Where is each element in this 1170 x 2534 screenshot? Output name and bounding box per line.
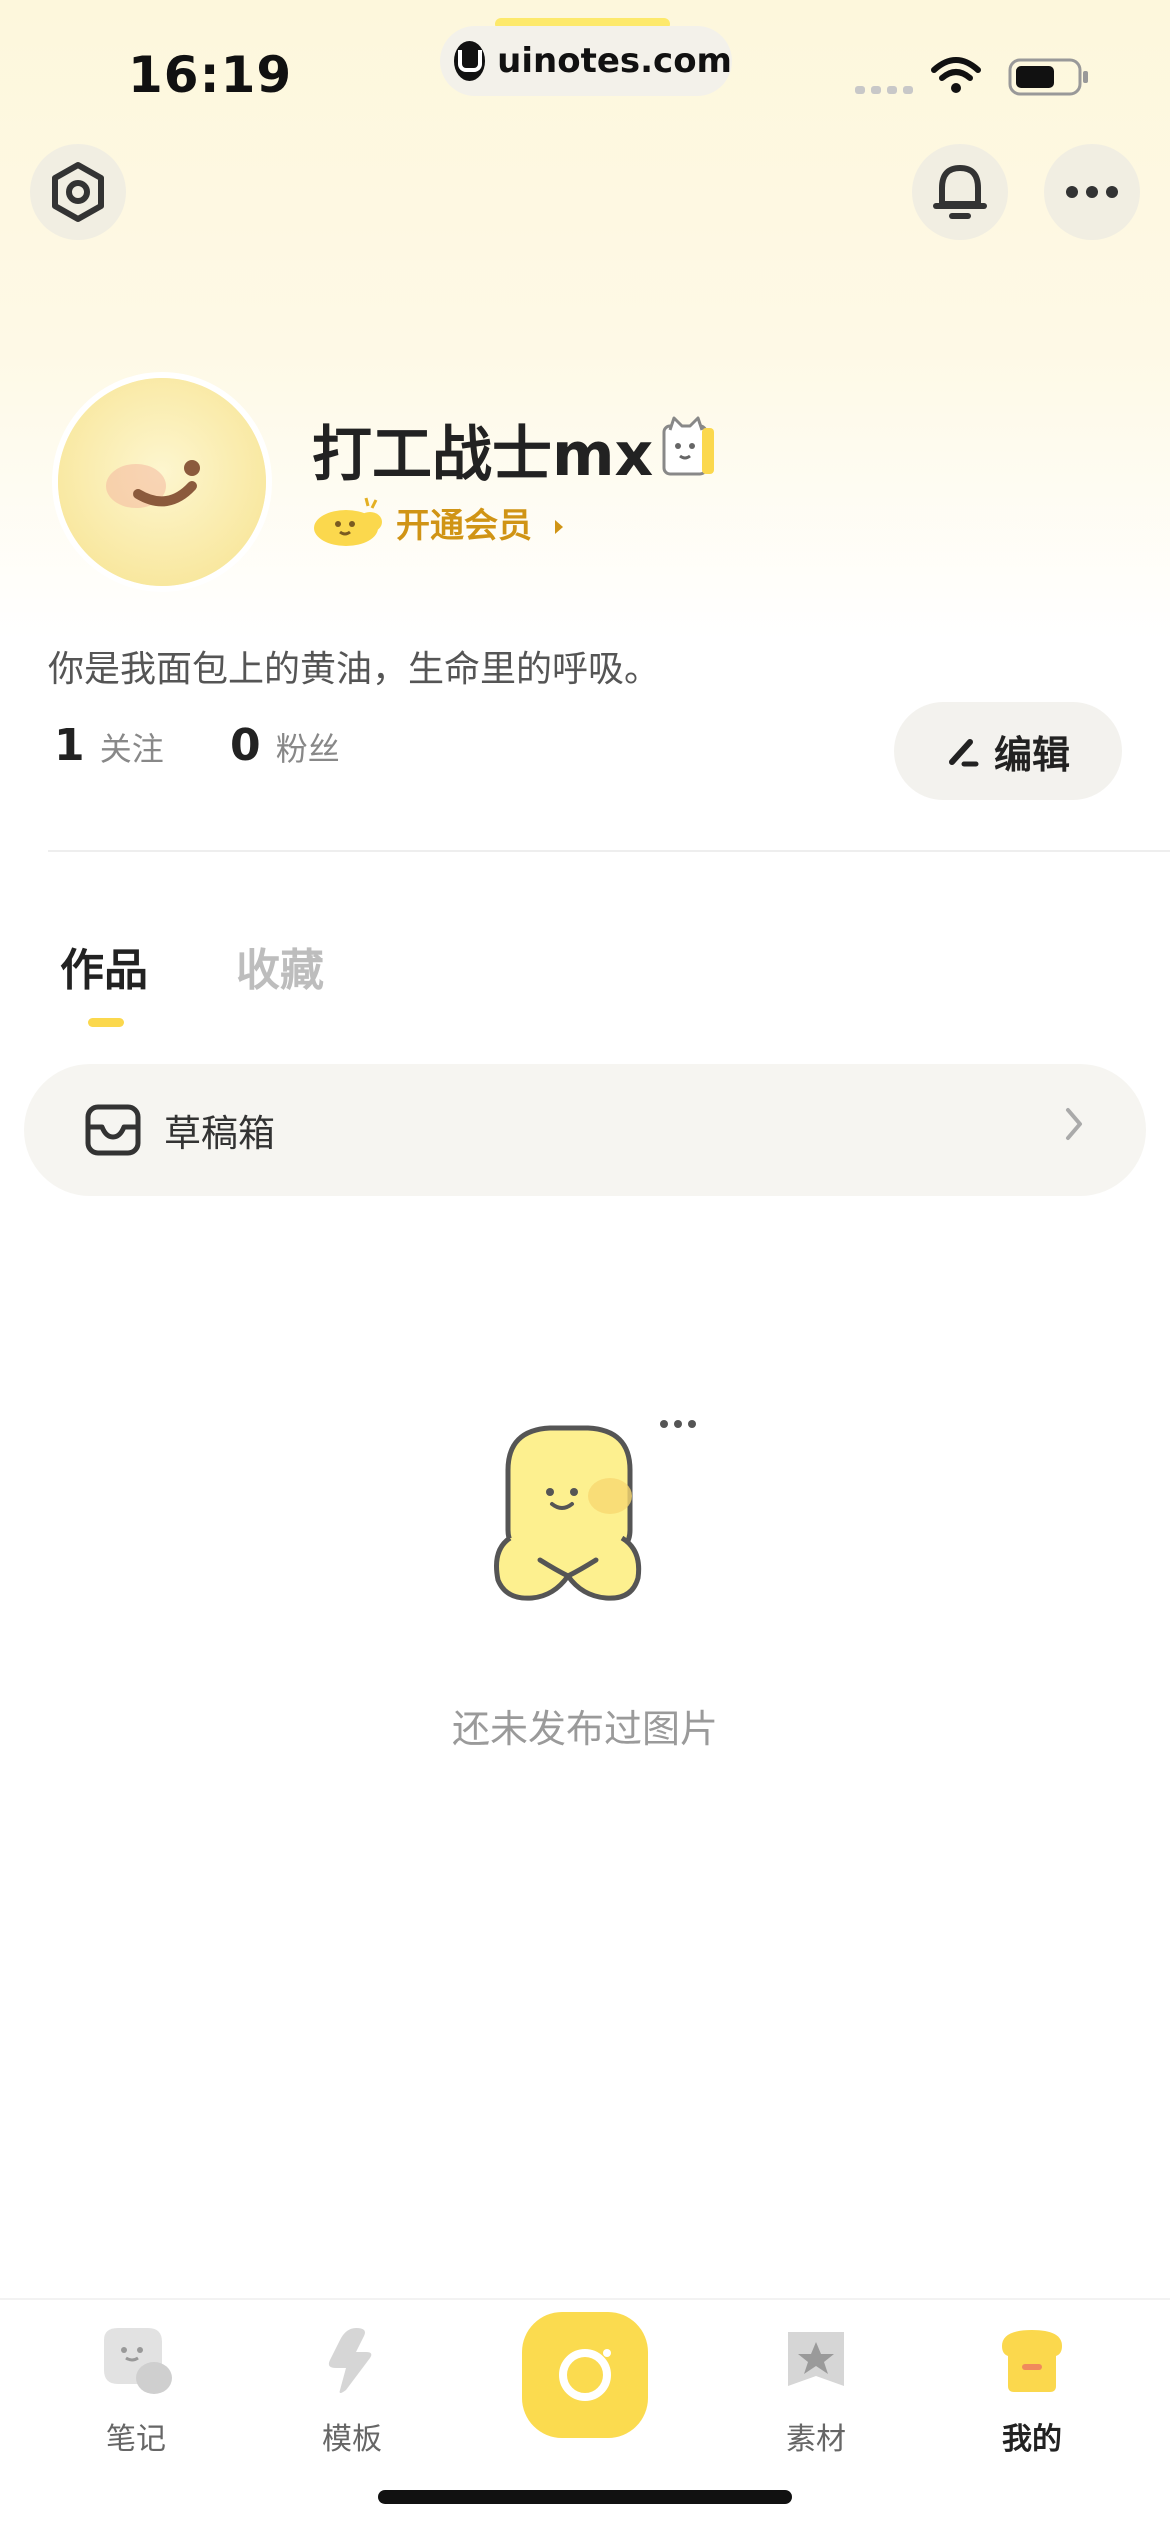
avatar-smile-icon — [58, 378, 266, 586]
drafts-label: 草稿箱 — [164, 1112, 275, 1155]
empty-state-text: 还未发布过图片 — [451, 1707, 718, 1751]
following-label: 关注 — [99, 730, 164, 768]
cellular-icon — [855, 86, 913, 94]
following-count: 1 — [54, 720, 85, 771]
vip-mascot-icon — [314, 497, 382, 546]
avatar[interactable] — [52, 372, 272, 592]
battery-icon — [1008, 58, 1088, 96]
status-time: 16:19 — [128, 46, 293, 104]
template-lightning-icon — [328, 2328, 372, 2393]
camera-icon — [559, 2349, 611, 2401]
followers-count: 0 — [230, 720, 261, 771]
tab-active-indicator — [88, 1018, 124, 1027]
nav-templates-label: 模板 — [322, 2422, 382, 2457]
chevron-right-icon — [1066, 1108, 1082, 1140]
inbox-tray-icon — [85, 1104, 141, 1156]
settings-button[interactable] — [30, 144, 126, 240]
nav-me-label: 我的 — [1002, 2422, 1062, 2457]
bio-text: 你是我面包上的黄油，生命里的呼吸。 — [48, 649, 661, 690]
bell-icon — [933, 165, 987, 219]
vip-link[interactable]: 开通会员 — [396, 498, 566, 547]
chevron-right-icon — [554, 520, 563, 534]
notifications-button[interactable] — [912, 144, 1008, 240]
nav-notes-label: 笔记 — [106, 2422, 166, 2457]
material-star-icon — [788, 2332, 844, 2386]
divider — [48, 850, 1170, 852]
nav-me[interactable]: 我的 — [962, 2324, 1102, 2458]
followers-label: 粉丝 — [275, 730, 340, 768]
camera-button[interactable] — [522, 2312, 648, 2438]
edit-profile-button[interactable]: 编辑 — [894, 702, 1122, 800]
nav-notes[interactable]: 笔记 — [66, 2324, 206, 2458]
nav-templates[interactable]: 模板 — [282, 2324, 422, 2458]
wifi-icon — [931, 57, 981, 93]
cat-badge-icon[interactable] — [660, 414, 718, 478]
more-button[interactable] — [1044, 144, 1140, 240]
tab-favorites[interactable]: 收藏 — [236, 934, 324, 998]
drafts-row[interactable]: 草稿箱 — [24, 1064, 1146, 1196]
url-pill[interactable]: uinotes.com — [440, 26, 732, 96]
followers-stat[interactable]: 0 粉丝 — [230, 720, 340, 771]
me-bread-icon — [1002, 2330, 1062, 2392]
empty-mascot-illustration — [494, 1420, 696, 1601]
vip-label: 开通会员 — [396, 506, 532, 546]
username: 打工战士mx — [312, 420, 654, 490]
pencil-icon — [948, 739, 979, 767]
nav-materials[interactable]: 素材 — [746, 2324, 886, 2458]
notes-icon — [104, 2328, 172, 2394]
nav-materials-label: 素材 — [786, 2422, 846, 2457]
url-text: uinotes.com — [497, 41, 732, 81]
settings-hexagon-icon — [52, 162, 104, 222]
site-logo-icon — [454, 41, 486, 81]
more-icon — [1066, 186, 1118, 198]
home-indicator — [378, 2490, 792, 2504]
following-stat[interactable]: 1 关注 — [54, 720, 164, 771]
edit-label: 编辑 — [993, 732, 1070, 777]
tab-works[interactable]: 作品 — [60, 934, 148, 998]
